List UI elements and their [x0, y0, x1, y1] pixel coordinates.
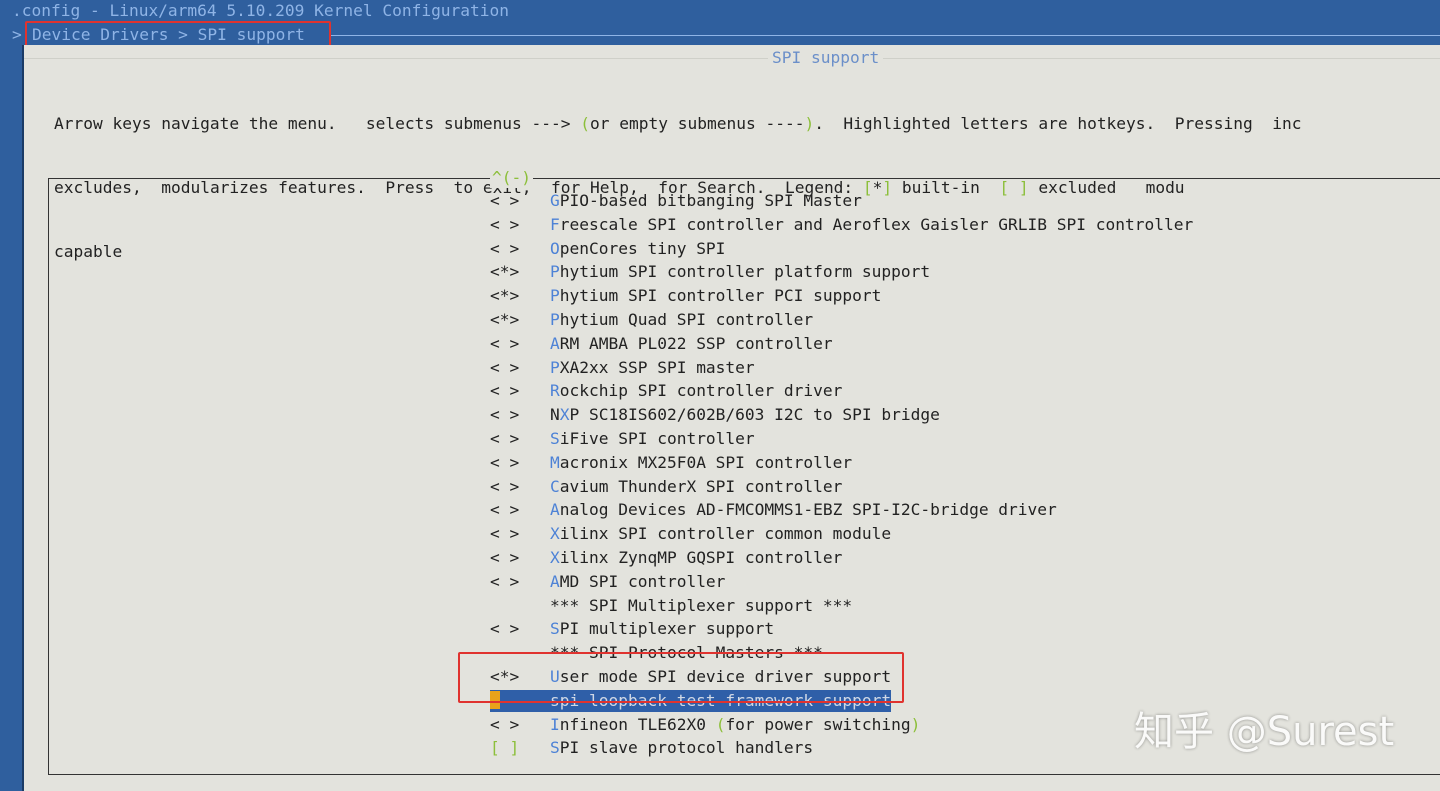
menu-item-hotkey: P [550, 286, 560, 306]
menu-item-label: PI multiplexer support [559, 619, 775, 639]
menu-item-label-suffix: for power switching [725, 714, 911, 734]
breadcrumb-rule [330, 35, 1440, 36]
window-title: SPI support [768, 48, 884, 68]
menu-item-hotkey: C [550, 476, 560, 496]
menu-item[interactable]: < > Infineon TLE62X0 (for power switching… [490, 714, 920, 736]
menu-item-hotkey: A [550, 571, 560, 591]
menu-item-hotkey: M [550, 452, 560, 472]
menu-item-hotkey: X [559, 405, 570, 425]
menu-item-state[interactable]: < > [490, 547, 550, 569]
menu-item-state[interactable]: < > [490, 404, 550, 426]
menu-item-prefix: N [550, 405, 560, 425]
menu-item-label: PI slave protocol handlers [559, 738, 814, 758]
menu-item-paren-close: ) [910, 714, 921, 734]
menu-item-state[interactable]: < > [490, 523, 550, 545]
menu-item-state[interactable]: < > [490, 428, 550, 450]
menu-item-state[interactable]: < > [490, 571, 550, 593]
menu-item-hotkey: F [550, 214, 560, 234]
menu-item[interactable]: < > Freescale SPI controller and Aeroflex… [490, 214, 1193, 236]
menu-item[interactable]: < > Cavium ThunderX SPI controller [490, 476, 842, 498]
watermark: 知乎 @Surest [1134, 709, 1395, 755]
menu-item-state[interactable]: <*> [490, 261, 550, 283]
menu-item-state[interactable]: < > [490, 618, 550, 640]
menu-item-hotkey: G [550, 191, 560, 210]
menu-item-label: P SC18IS602/602B/603 I2C to SPI bridge [569, 405, 940, 425]
menu-item-hotkey: X [550, 524, 560, 544]
menu-item-state[interactable]: < > [490, 499, 550, 521]
menu-item-label: RM AMBA PL022 SSP controller [559, 333, 833, 353]
menu-item-label: nfineon TLE62X0 [559, 714, 716, 734]
menu-item-label: penCores tiny SPI [559, 238, 726, 258]
menu-item[interactable]: *** SPI Multiplexer support *** [490, 595, 852, 617]
menu-item-state[interactable]: < > [490, 476, 550, 498]
menu-item[interactable]: <*> Phytium Quad SPI controller [490, 309, 813, 331]
menu-item[interactable]: < > Xilinx ZynqMP GQSPI controller [490, 547, 842, 569]
window-title-rule [24, 58, 1440, 59]
menu-item-hotkey: I [550, 714, 560, 734]
menu-item-hotkey: P [550, 310, 560, 329]
menu-item-label: ilinx ZynqMP GQSPI controller [559, 548, 843, 567]
menu-item[interactable]: < > GPIO-based bitbanging SPI Master [490, 190, 862, 212]
menu-item-label: iFive SPI controller [559, 429, 755, 448]
menu-item-state[interactable]: [ ] [490, 737, 550, 759]
menu-item-state[interactable]: < > [490, 333, 550, 355]
menu-item-state[interactable]: <*> [490, 285, 550, 307]
menu-item-label: MD SPI controller [559, 571, 726, 591]
annotation-menu-box [458, 652, 904, 703]
title-bar-text: .config - Linux/arm64 5.10.209 Kernel Co… [12, 1, 510, 20]
menu-item-label: ockchip SPI controller driver [559, 381, 843, 401]
menu-item-label: PIO-based bitbanging SPI Master [559, 191, 862, 210]
menu-item-label: *** SPI Multiplexer support *** [550, 595, 853, 615]
menu-item-hotkey: P [550, 262, 560, 282]
menu-item-state[interactable]: < > [490, 190, 550, 212]
menu-item-hotkey: P [550, 357, 560, 377]
menu-item[interactable]: < > NXP SC18IS602/602B/603 I2C to SPI bri… [490, 404, 940, 426]
help-line-1: Arrow keys navigate the menu. selects su… [54, 114, 1302, 133]
menu-item[interactable]: < > ARM AMBA PL022 SSP controller [490, 333, 833, 355]
breadcrumb-arrow: > [12, 25, 22, 44]
menu-item[interactable]: <*> Phytium SPI controller PCI support [490, 285, 881, 307]
menu-item-hotkey: S [550, 429, 560, 448]
menu-item-label: reescale SPI controller and Aeroflex Gai… [559, 214, 1194, 234]
menu-item[interactable]: < > SiFive SPI controller [490, 428, 755, 450]
menu-item-hotkey: A [550, 333, 560, 353]
menu-item-label: ilinx SPI controller common module [559, 524, 892, 544]
menu-item[interactable]: < > Analog Devices AD-FMCOMMS1-EBZ SPI-I2… [490, 499, 1057, 521]
menu-item-hotkey: O [550, 238, 560, 258]
menu-item-hotkey: R [550, 381, 560, 401]
menu-item-label: hytium Quad SPI controller [559, 310, 814, 329]
menu-item-hotkey: S [550, 738, 560, 758]
menu-item-state[interactable]: < > [490, 380, 550, 402]
menu-item-state[interactable]: < > [490, 214, 550, 236]
menu-item-label: hytium SPI controller PCI support [559, 286, 882, 306]
menu-item[interactable]: <*> Phytium SPI controller platform suppo… [490, 261, 930, 283]
menu-item[interactable]: < > Xilinx SPI controller common module [490, 523, 891, 545]
menu-item[interactable]: < > Rockchip SPI controller driver [490, 380, 842, 402]
menu-item[interactable]: < > OpenCores tiny SPI [490, 238, 725, 260]
menu-item-hotkey: X [550, 548, 560, 567]
menu-item-state[interactable]: < > [490, 714, 550, 736]
menu-item[interactable]: < > AMD SPI controller [490, 571, 725, 593]
menu-item-label: nalog Devices AD-FMCOMMS1-EBZ SPI-I2C-br… [559, 500, 1057, 520]
menu-item-state[interactable]: < > [490, 452, 550, 474]
menu-item[interactable]: [ ] SPI slave protocol handlers [490, 737, 813, 759]
menu-item-label: XA2xx SSP SPI master [559, 357, 755, 377]
scroll-indicator: ^(-) [490, 168, 533, 188]
menu-item-paren-open: ( [715, 714, 726, 734]
menu-item[interactable]: < > PXA2xx SSP SPI master [490, 357, 755, 379]
menu-item-hotkey: A [550, 500, 560, 520]
menu-item-label: hytium SPI controller platform support [559, 262, 931, 282]
menu-item[interactable]: < > SPI multiplexer support [490, 618, 774, 640]
menu-item-hotkey: S [550, 619, 560, 639]
menu-item-label: acronix MX25F0A SPI controller [559, 452, 853, 472]
menu-item-state[interactable]: < > [490, 357, 550, 379]
menu-item-state[interactable]: <*> [490, 309, 550, 331]
menu-item-label: avium ThunderX SPI controller [559, 476, 843, 496]
menu-item[interactable]: < > Macronix MX25F0A SPI controller [490, 452, 852, 474]
menu-item-state[interactable]: < > [490, 238, 550, 260]
